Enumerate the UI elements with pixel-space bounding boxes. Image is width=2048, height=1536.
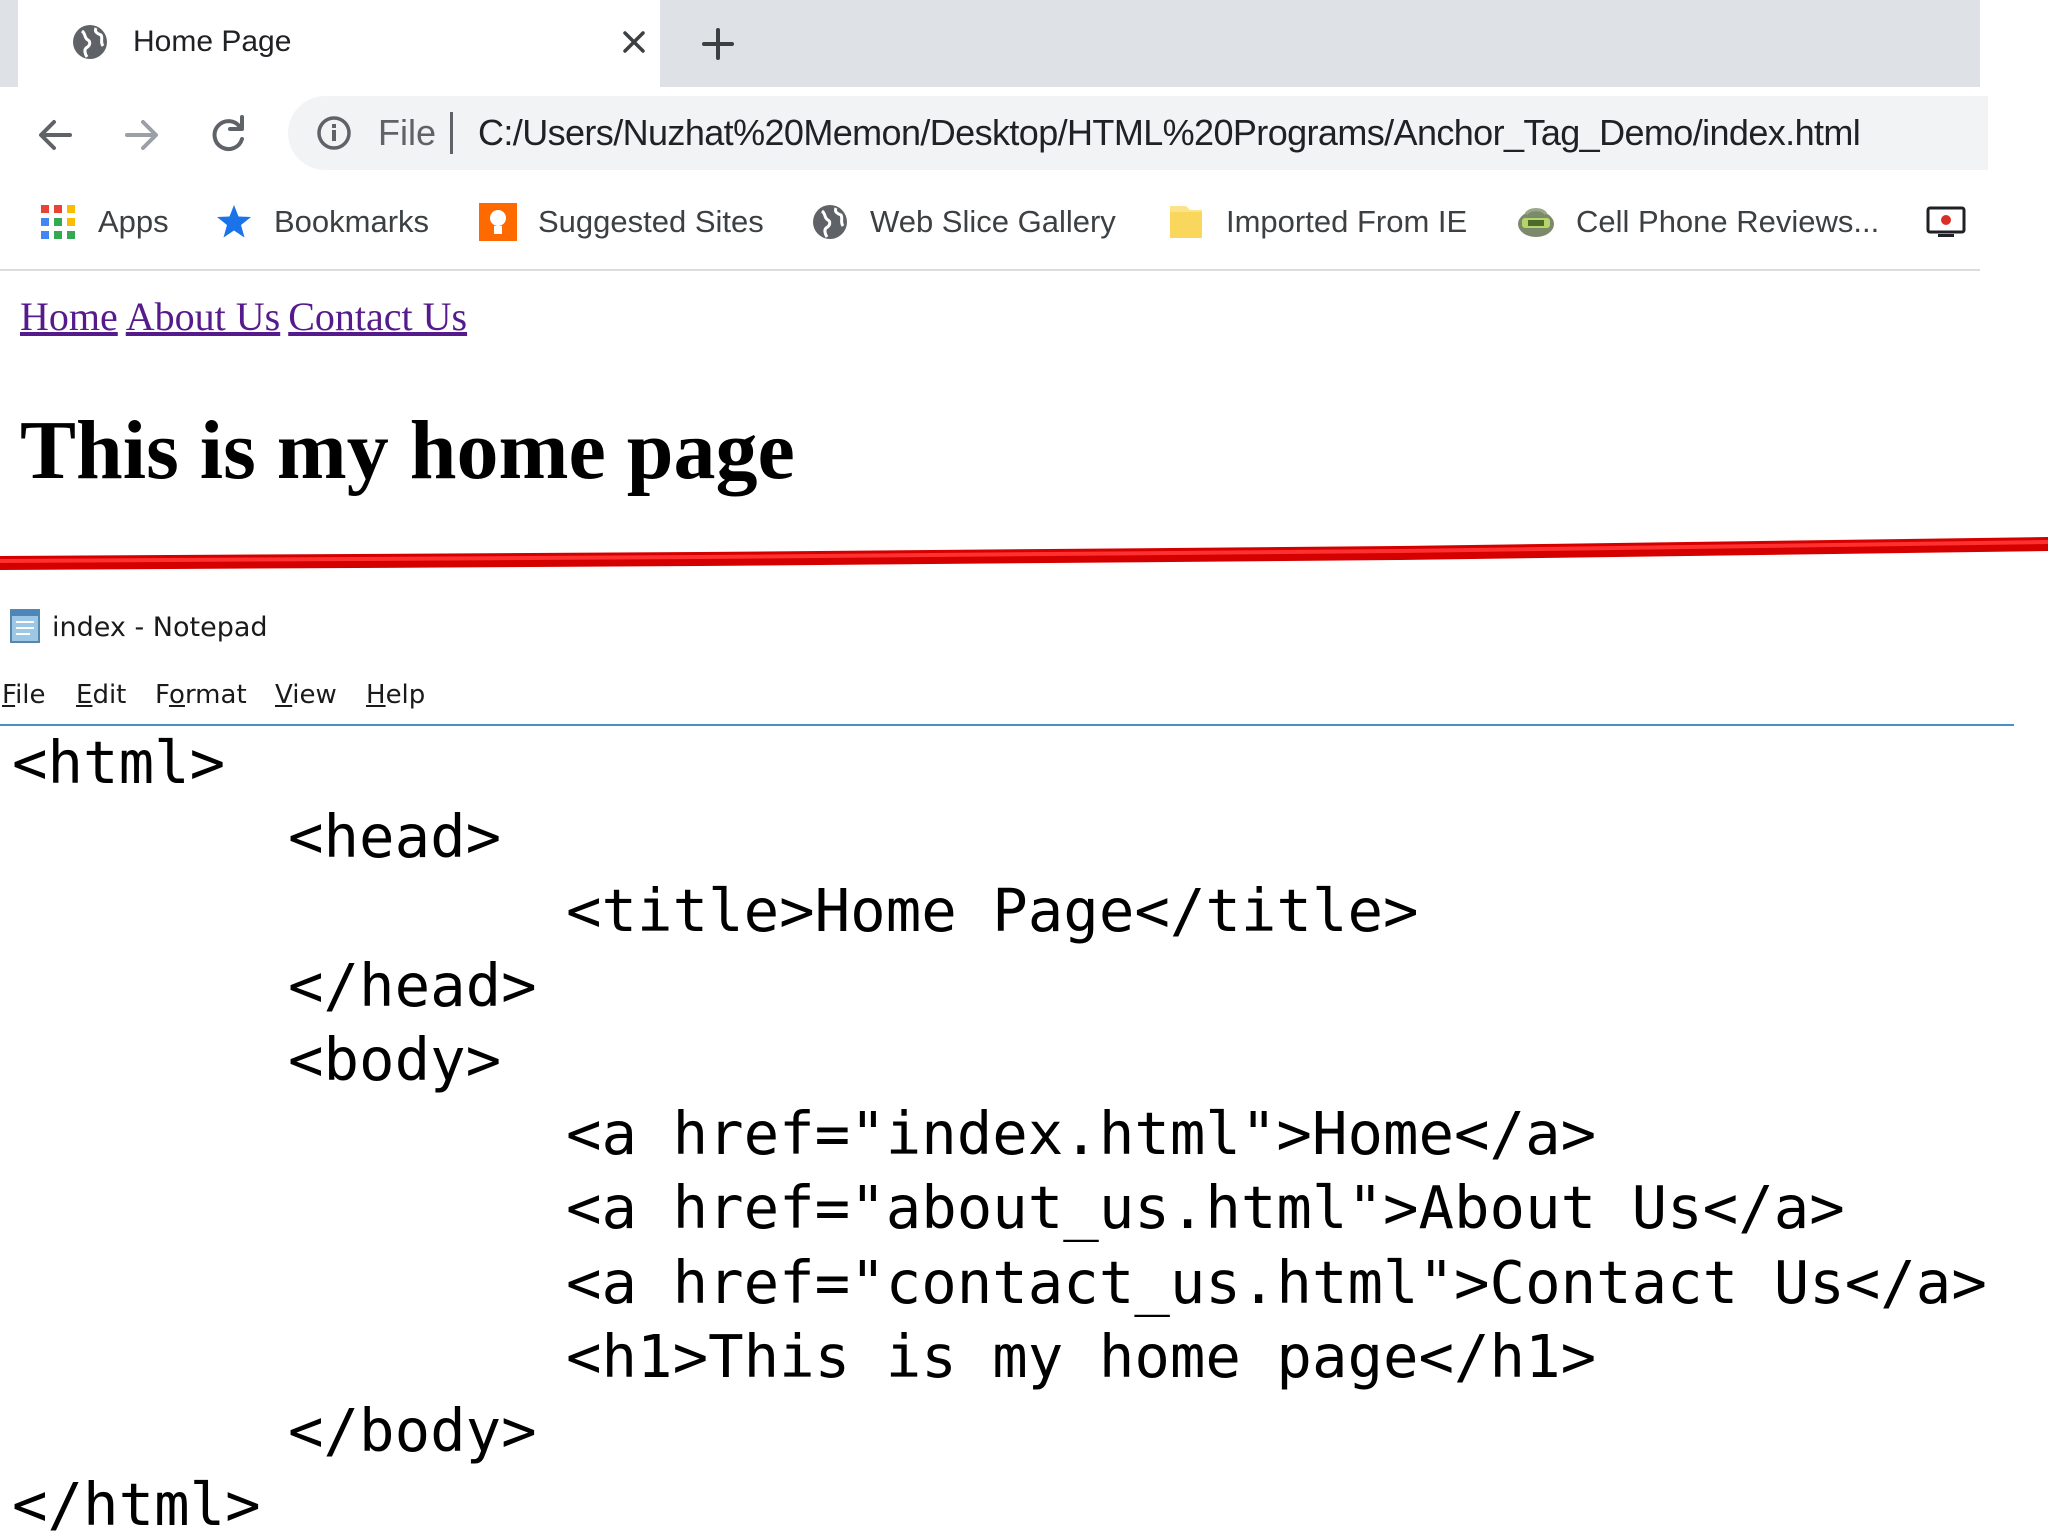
star-icon [214,202,254,242]
bookmark-suggested-sites[interactable]: Suggested Sites [478,197,764,247]
code-line: </body> [288,1396,537,1465]
link-home[interactable]: Home [20,294,118,339]
notepad-window: index - Notepad File Edit Format View He… [0,590,2048,1536]
notepad-icon [8,608,44,644]
link-about-us[interactable]: About Us [126,294,280,339]
cast-button[interactable] [1926,197,1966,247]
browser-toolbar: File C:/Users/Nuzhat%20Memon/Desktop/HTM… [0,87,1988,183]
bookmark-imported-from-ie[interactable]: Imported From IE [1166,197,1467,247]
code-line: <a href="contact_us.html">Contact Us</a> [566,1248,1987,1317]
menu-edit[interactable]: Edit [76,676,126,714]
menu-file[interactable]: File [2,676,46,714]
notepad-title-bar[interactable]: index - Notepad [0,590,2048,666]
menu-view[interactable]: View [275,676,337,714]
bookmark-label: Web Slice Gallery [870,204,1116,239]
notepad-title: index - Notepad [52,612,268,643]
code-line: <a href="about_us.html">About Us</a> [566,1173,1845,1242]
bookmark-label: Apps [98,204,169,239]
address-separator [450,112,453,154]
cell-phone-icon [1516,202,1556,242]
tab-home-page[interactable]: Home Page [18,0,660,87]
bookmark-label: Suggested Sites [538,204,764,239]
code-line: <a href="index.html">Home</a> [566,1099,1597,1168]
code-line: <html> [12,728,226,797]
bookmark-label: Imported From IE [1226,204,1468,239]
notepad-text-area[interactable]: <html> <head> <title>Home Page</title> <… [0,726,2048,1536]
folder-icon [1166,202,1206,242]
info-icon[interactable] [314,113,354,153]
new-tab-icon[interactable] [694,20,742,68]
address-bar[interactable]: File C:/Users/Nuzhat%20Memon/Desktop/HTM… [288,96,1988,170]
tab-title: Home Page [133,25,292,58]
scheme-label: File [378,112,437,153]
notepad-menu-bar: File Edit Format View Help [0,666,2014,726]
globe-icon [810,202,850,242]
close-tab-icon[interactable] [614,22,654,62]
cast-icon [1926,202,1966,242]
code-line: <head> [288,802,502,871]
bookmark-label: Bookmarks [274,204,430,239]
bookmark-cell-phone-reviews[interactable]: Cell Phone Reviews... [1516,197,1879,247]
tab-strip: Home Page [0,0,1980,87]
link-contact-us[interactable]: Contact Us [288,294,467,339]
bookmark-bookmarks[interactable]: Bookmarks [214,197,429,247]
code-line: </html> [12,1470,261,1536]
code-line: <h1>This is my home page</h1> [566,1322,1597,1391]
code-line: </head> [288,951,537,1020]
suggested-sites-icon [478,202,518,242]
back-arrow-icon[interactable] [30,109,82,161]
code-line: <title>Home Page</title> [566,876,1419,945]
menu-help[interactable]: Help [366,676,425,714]
reload-icon[interactable] [202,109,254,161]
nav-links: Home About Us Contact Us [20,291,475,343]
bookmark-web-slice-gallery[interactable]: Web Slice Gallery [810,197,1116,247]
globe-icon [70,22,110,62]
menu-format[interactable]: Format [155,676,247,714]
bookmark-label: Cell Phone Reviews... [1576,204,1880,239]
code-line: <body> [288,1025,502,1094]
page-heading: This is my home page [20,404,795,497]
bookmarks-bar: Apps Bookmarks Suggested Sites Web Slice… [0,183,1980,271]
apps-grid-icon [38,202,78,242]
bookmark-apps[interactable]: Apps [38,197,169,247]
browser-window: Home Page File C:/Users/Nuzhat%20Memon/D… [0,0,1988,541]
forward-arrow-icon[interactable] [115,109,167,161]
url-text[interactable]: C:/Users/Nuzhat%20Memon/Desktop/HTML%20P… [478,110,1861,156]
web-page-content: Home About Us Contact Us This is my home p… [0,271,1980,541]
